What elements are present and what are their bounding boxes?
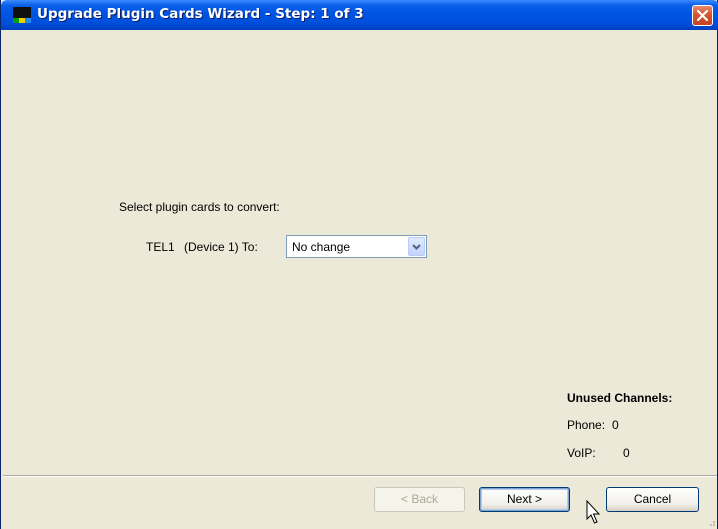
phone-channels-value: 0: [612, 418, 619, 432]
next-button[interactable]: Next >: [479, 487, 570, 512]
mouse-cursor-icon: [586, 500, 601, 524]
close-button[interactable]: [692, 5, 713, 26]
wizard-window: Upgrade Plugin Cards Wizard - Step: 1 of…: [0, 0, 718, 529]
resize-grip-icon[interactable]: [706, 517, 716, 527]
card-device-label: (Device 1) To:: [184, 240, 258, 254]
close-icon: [697, 10, 708, 21]
voip-channels-value: 0: [623, 446, 630, 460]
phone-channels-label: Phone:: [567, 418, 606, 432]
back-button[interactable]: < Back: [374, 487, 465, 512]
unused-channels-title: Unused Channels:: [567, 391, 673, 405]
conversion-select[interactable]: No change: [286, 235, 427, 258]
footer-divider: [3, 475, 717, 477]
voip-channels-label: VoIP:: [567, 446, 596, 460]
window-title: Upgrade Plugin Cards Wizard - Step: 1 of…: [37, 6, 364, 22]
instruction-text: Select plugin cards to convert:: [119, 200, 280, 214]
app-icon: [13, 7, 31, 23]
conversion-select-value: No change: [292, 240, 351, 254]
card-name-label: TEL1: [146, 240, 175, 254]
chevron-down-icon: [412, 244, 421, 250]
dropdown-button[interactable]: [408, 237, 425, 256]
title-bar[interactable]: Upgrade Plugin Cards Wizard - Step: 1 of…: [1, 0, 718, 30]
cancel-button[interactable]: Cancel: [606, 487, 699, 512]
